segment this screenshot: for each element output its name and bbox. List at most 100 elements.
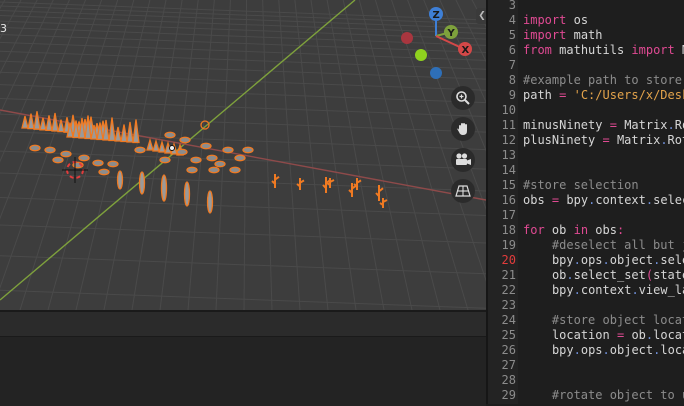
line-number: 21 bbox=[501, 268, 516, 282]
scene-object[interactable] bbox=[326, 178, 335, 188]
code-line[interactable]: bpy.context.view_la bbox=[523, 283, 684, 298]
scene-object[interactable] bbox=[164, 131, 176, 139]
scene-object[interactable] bbox=[190, 156, 202, 164]
scene-object[interactable] bbox=[44, 146, 56, 154]
code-line[interactable]: bpy.ops.object.sele bbox=[523, 253, 684, 268]
scene-object[interactable] bbox=[146, 137, 154, 151]
scene-object[interactable] bbox=[160, 174, 168, 202]
grid-line bbox=[310, 0, 357, 310]
code-line[interactable]: #deselect all but j bbox=[523, 238, 684, 253]
navigation-gizmo[interactable]: Z Y X bbox=[396, 4, 476, 82]
scene-object[interactable] bbox=[242, 146, 254, 154]
scene-object[interactable] bbox=[176, 148, 188, 156]
code-line[interactable]: minusNinety = Matrix.Ro bbox=[523, 118, 684, 133]
gizmo-x-label: X bbox=[462, 45, 470, 56]
text-editor[interactable]: 3 4 5 6 7 8 9 10 11 12 13 14 15 16 17 18 19 20 21 22 23 24 25 2… bbox=[488, 0, 684, 404]
code-line[interactable]: location = ob.locat bbox=[523, 328, 684, 343]
timeline-header[interactable] bbox=[0, 312, 486, 337]
line-number: 20 bbox=[501, 253, 516, 267]
scene-object[interactable] bbox=[126, 121, 134, 143]
gizmo-neg-z-axis[interactable] bbox=[430, 67, 442, 79]
grid-icon bbox=[455, 185, 471, 197]
sidebar-toggle-icon[interactable]: ❮ bbox=[476, 8, 486, 24]
timeline-panel[interactable] bbox=[0, 310, 486, 406]
scene-object[interactable] bbox=[21, 115, 29, 129]
code-line[interactable]: #rotate object to u bbox=[523, 388, 684, 403]
scene-object[interactable] bbox=[158, 139, 166, 153]
scene-object[interactable] bbox=[208, 166, 220, 174]
scene-object[interactable] bbox=[179, 136, 191, 144]
scene-object[interactable] bbox=[29, 144, 41, 152]
line-number-gutter: 3 4 5 6 7 8 9 10 11 12 13 14 15 16 17 18 19 20 21 22 23 24 25 2… bbox=[488, 0, 518, 404]
viewport-stat-text: 3 bbox=[0, 22, 7, 35]
code-line[interactable]: from mathutils import M bbox=[523, 43, 684, 58]
code-line[interactable]: ob.select_set(state bbox=[523, 268, 684, 283]
toggle-perspective-button[interactable] bbox=[451, 179, 475, 203]
scene-object[interactable] bbox=[138, 171, 146, 195]
camera-view-button[interactable] bbox=[451, 148, 475, 172]
scene-object[interactable] bbox=[45, 115, 53, 132]
3d-viewport[interactable]: 3 Z Y X ❮ bbox=[0, 0, 486, 310]
scene-object[interactable] bbox=[186, 166, 198, 174]
code-line[interactable]: import math bbox=[523, 28, 603, 43]
scene-object[interactable] bbox=[152, 138, 160, 152]
scene-object[interactable] bbox=[116, 170, 124, 190]
scene-object[interactable] bbox=[206, 154, 218, 162]
scene-object[interactable] bbox=[107, 160, 119, 168]
line-number: 15 bbox=[501, 178, 516, 192]
code-line[interactable]: #example path to store bbox=[523, 73, 682, 88]
code-line[interactable]: path = 'C:/Users/x/Desk bbox=[523, 88, 684, 103]
scene-object[interactable] bbox=[234, 154, 246, 162]
scene-object[interactable] bbox=[92, 159, 104, 167]
scene-object[interactable] bbox=[134, 146, 146, 154]
code-line[interactable]: for ob in obs: bbox=[523, 223, 624, 238]
scene-object[interactable] bbox=[114, 126, 122, 142]
scene-object[interactable] bbox=[200, 142, 212, 150]
grid-line bbox=[0, 224, 486, 244]
line-number: 12 bbox=[501, 133, 516, 147]
pan-button[interactable] bbox=[451, 117, 475, 141]
scene-object[interactable] bbox=[108, 117, 116, 142]
scene-object[interactable] bbox=[206, 190, 214, 214]
code-line[interactable]: plusNinety = Matrix.Rot bbox=[523, 133, 684, 148]
scene-object[interactable] bbox=[120, 124, 128, 143]
object-origin bbox=[169, 145, 175, 151]
line-number: 16 bbox=[501, 193, 516, 207]
code-line[interactable]: #store selection bbox=[523, 178, 639, 193]
line-number: 27 bbox=[501, 358, 516, 372]
scene-object[interactable] bbox=[159, 156, 171, 164]
scene-object[interactable] bbox=[33, 111, 41, 130]
line-number: 13 bbox=[501, 148, 516, 162]
scene-object[interactable] bbox=[183, 181, 191, 207]
line-number: 28 bbox=[501, 373, 516, 387]
camera-icon bbox=[456, 153, 471, 165]
scene-object[interactable] bbox=[229, 166, 241, 174]
gizmo-neg-y-axis[interactable] bbox=[415, 49, 427, 61]
scene-object[interactable] bbox=[98, 168, 110, 176]
gizmo-neg-x-axis[interactable] bbox=[401, 32, 413, 44]
line-number: 26 bbox=[501, 343, 516, 357]
scene-object[interactable] bbox=[39, 117, 47, 131]
line-number: 17 bbox=[501, 208, 516, 222]
grid-line bbox=[262, 0, 273, 310]
code-line[interactable]: obs = bpy.context.selec bbox=[523, 193, 684, 208]
scene-object[interactable] bbox=[379, 198, 388, 208]
scene-object[interactable] bbox=[78, 154, 90, 162]
scene-object[interactable] bbox=[222, 146, 234, 154]
line-number: 19 bbox=[501, 238, 516, 252]
line-number: 24 bbox=[501, 313, 516, 327]
line-number: 9 bbox=[508, 88, 516, 102]
scene-object[interactable] bbox=[271, 174, 280, 188]
line-number: 5 bbox=[508, 28, 516, 42]
code-line[interactable]: bpy.ops.object.loca bbox=[523, 343, 684, 358]
scene-object[interactable] bbox=[52, 156, 64, 164]
scene-object[interactable] bbox=[132, 119, 140, 144]
scene-object[interactable] bbox=[214, 160, 226, 168]
line-number: 23 bbox=[501, 298, 516, 312]
code-line[interactable]: import os bbox=[523, 13, 588, 28]
gizmo-y-label: Y bbox=[447, 28, 456, 39]
zoom-button[interactable] bbox=[451, 86, 475, 110]
scene-object[interactable] bbox=[60, 150, 72, 158]
grid-line bbox=[0, 289, 486, 309]
code-line[interactable]: #store object locat bbox=[523, 313, 684, 328]
